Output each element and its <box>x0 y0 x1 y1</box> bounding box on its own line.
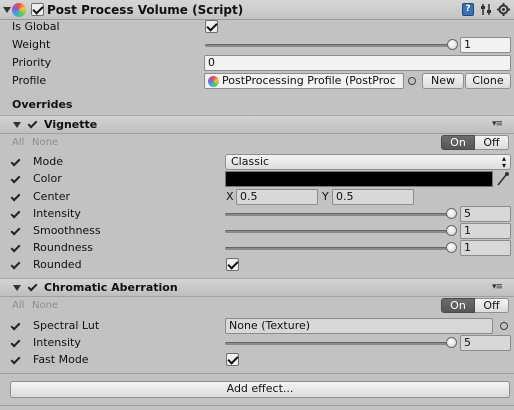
mode-dropdown-value: Classic <box>231 155 270 168</box>
section-menu-icon[interactable]: ▾≡ <box>492 283 503 292</box>
vignette-on-toggle[interactable]: On <box>441 135 475 150</box>
vignette-off-toggle[interactable]: Off <box>475 135 509 150</box>
roundness-override-check-icon[interactable] <box>10 243 20 253</box>
foldout-arrow-icon[interactable] <box>3 7 11 13</box>
chromatic-intensity-field[interactable]: 5 <box>460 335 511 351</box>
center-label: Center <box>33 190 71 203</box>
chromatic-off-toggle[interactable]: Off <box>475 298 509 313</box>
intensity-slider-track[interactable] <box>225 213 453 216</box>
priority-label: Priority <box>12 56 52 69</box>
object-picker-circle-icon[interactable] <box>408 77 416 85</box>
preset-sliders-icon[interactable] <box>480 3 492 16</box>
profile-object-value: PostProcessing Profile (PostProc <box>222 74 396 87</box>
roundness-slider-track[interactable] <box>225 247 453 250</box>
weight-label: Weight <box>12 38 51 51</box>
new-profile-button[interactable]: New <box>422 73 464 89</box>
chromatic-enabled-check-icon[interactable] <box>27 282 37 292</box>
is-global-checkbox[interactable] <box>205 20 218 33</box>
help-book-icon[interactable]: ? <box>462 3 474 16</box>
gear-icon[interactable] <box>497 3 510 16</box>
smoothness-slider-thumb[interactable] <box>446 225 457 236</box>
rounded-override-check-icon[interactable] <box>10 260 20 270</box>
smoothness-label: Smoothness <box>33 224 101 237</box>
post-process-icon <box>12 3 26 17</box>
intensity-field[interactable]: 5 <box>460 206 511 222</box>
add-effect-button[interactable]: Add effect... <box>10 381 510 398</box>
section-menu-icon[interactable]: ▾≡ <box>492 120 503 129</box>
chromatic-header[interactable]: Chromatic Aberration ▾≡ <box>0 278 514 297</box>
smoothness-field[interactable]: 1 <box>460 223 511 239</box>
vignette-all-link[interactable]: All <box>12 135 24 151</box>
center-x-label: X <box>226 190 234 203</box>
fast-mode-checkbox[interactable] <box>226 353 239 366</box>
vignette-header[interactable]: Vignette ▾≡ <box>0 115 514 134</box>
center-x-field[interactable]: 0.5 <box>236 189 318 205</box>
chromatic-none-link[interactable]: None <box>32 298 58 314</box>
roundness-slider-thumb[interactable] <box>446 242 457 253</box>
spectral-lut-label: Spectral Lut <box>33 319 100 332</box>
roundness-field[interactable]: 1 <box>460 240 511 256</box>
fast-mode-override-check-icon[interactable] <box>10 355 20 365</box>
chromatic-all-link[interactable]: All <box>12 298 24 314</box>
eyedropper-icon[interactable] <box>496 171 510 187</box>
chromatic-on-toggle[interactable]: On <box>441 298 475 313</box>
weight-field[interactable]: 1 <box>460 37 511 53</box>
profile-label: Profile <box>12 74 47 87</box>
component-header: Post Process Volume (Script) ? <box>0 0 514 20</box>
rounded-checkbox[interactable] <box>226 258 239 271</box>
mode-label: Mode <box>33 155 63 168</box>
color-label: Color <box>33 172 62 185</box>
object-picker-circle-icon[interactable] <box>500 322 508 330</box>
vignette-none-link[interactable]: None <box>32 135 58 151</box>
spectral-lut-field[interactable]: None (Texture) <box>225 318 493 334</box>
color-swatch[interactable] <box>225 171 493 187</box>
weight-slider-track[interactable] <box>205 44 455 47</box>
foldout-arrow-icon[interactable] <box>13 285 21 291</box>
bottom-divider <box>0 405 514 406</box>
chromatic-intensity-slider-thumb[interactable] <box>446 337 457 348</box>
center-y-field[interactable]: 0.5 <box>332 189 414 205</box>
mode-dropdown[interactable]: Classic ▴ ▾ <box>225 154 511 170</box>
overrides-heading: Overrides <box>12 98 73 111</box>
smoothness-override-check-icon[interactable] <box>10 226 20 236</box>
intensity-slider-thumb[interactable] <box>446 208 457 219</box>
fast-mode-label: Fast Mode <box>33 353 89 366</box>
component-enabled-checkbox[interactable] <box>31 3 44 16</box>
intensity-label: Intensity <box>33 207 81 220</box>
profile-object-field[interactable]: PostProcessing Profile (PostProc <box>204 73 404 89</box>
mode-override-check-icon[interactable] <box>10 157 20 167</box>
priority-field[interactable]: 0 <box>204 55 511 71</box>
intensity-override-check-icon[interactable] <box>10 209 20 219</box>
divider <box>0 373 514 374</box>
chromatic-intensity-slider-track[interactable] <box>225 342 453 345</box>
vignette-enabled-check-icon[interactable] <box>27 119 37 129</box>
spectral-override-check-icon[interactable] <box>10 321 20 331</box>
color-override-check-icon[interactable] <box>10 174 20 184</box>
smoothness-slider-track[interactable] <box>225 230 453 233</box>
profile-asset-icon <box>208 76 219 87</box>
clone-profile-button[interactable]: Clone <box>465 73 511 89</box>
updown-arrows-icon: ▴ ▾ <box>501 154 506 170</box>
is-global-label: Is Global <box>12 20 60 33</box>
weight-slider-thumb[interactable] <box>447 39 458 50</box>
foldout-arrow-icon[interactable] <box>13 122 21 128</box>
center-y-label: Y <box>322 190 329 203</box>
roundness-label: Roundness <box>33 241 94 254</box>
chromatic-intensity-label: Intensity <box>33 336 81 349</box>
vignette-title: Vignette <box>44 118 98 131</box>
center-override-check-icon[interactable] <box>10 192 20 202</box>
rounded-label: Rounded <box>33 258 82 271</box>
chromatic-title: Chromatic Aberration <box>44 281 178 294</box>
chromatic-intensity-override-check-icon[interactable] <box>10 338 20 348</box>
component-title: Post Process Volume (Script) <box>47 3 244 17</box>
